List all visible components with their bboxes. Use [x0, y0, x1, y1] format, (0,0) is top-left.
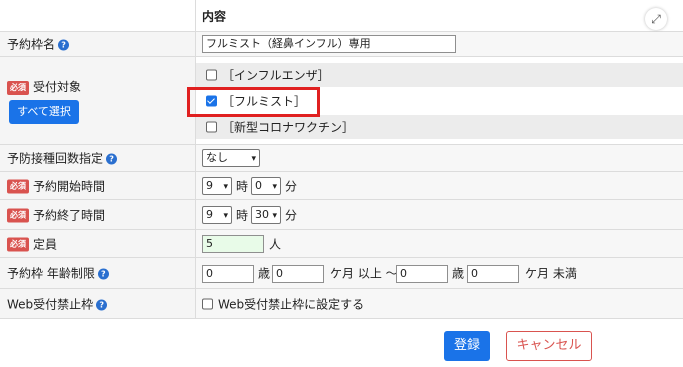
months-unit-from: ケ月 以上 ～	[330, 266, 398, 281]
web-block-checkbox-label: Web受付禁止枠に設定する	[218, 297, 365, 311]
minute-unit: 分	[285, 179, 298, 193]
highlight-box	[187, 87, 320, 117]
target-label: 受付対象	[33, 80, 82, 94]
dose-count-select[interactable]: なし ▾	[202, 149, 260, 167]
start-time-label: 予約開始時間	[33, 179, 106, 193]
end-time-label: 予約終了時間	[33, 208, 106, 222]
content-column-header: 内容	[202, 9, 227, 23]
required-badge: 必須	[7, 237, 29, 252]
capacity-label: 定員	[33, 237, 58, 251]
age-to-months-input[interactable]: 0	[467, 265, 519, 283]
hour-unit: 時	[236, 208, 249, 222]
help-icon[interactable]: ?	[106, 153, 118, 165]
chevron-down-icon: ▾	[272, 182, 277, 192]
row-capacity: 必須 定員 5 人	[0, 230, 683, 258]
web-block-label: Web受付禁止枠	[7, 297, 94, 311]
row-dose-count: 予防接種回数指定? なし ▾	[0, 145, 683, 172]
checkbox-influenza[interactable]	[206, 69, 217, 81]
hour-unit: 時	[236, 179, 249, 193]
age-from-years-input[interactable]: 0	[202, 265, 254, 283]
row-target: 必須 受付対象 すべて選択 ［インフルエンザ］ ［フルミスト］ ［新型コロナワクチ…	[0, 57, 683, 145]
end-minute-select[interactable]: 30 ▾	[251, 206, 281, 224]
chevron-down-icon: ▾	[272, 211, 277, 221]
chevron-down-icon: ▾	[223, 182, 228, 192]
row-start-time: 必須 予約開始時間 9 ▾ 時 0 ▾ 分	[0, 172, 683, 200]
dose-count-label: 予防接種回数指定	[7, 151, 104, 166]
row-web-block: Web受付禁止枠? Web受付禁止枠に設定する	[0, 289, 683, 319]
age-from-months-input[interactable]: 0	[272, 265, 324, 283]
years-unit: 歳	[452, 266, 465, 281]
slot-name-input[interactable]: フルミスト（経鼻インフル）専用	[202, 35, 456, 53]
age-limit-label: 予約枠 年齢制限	[7, 266, 95, 281]
checkbox-covid[interactable]	[206, 121, 217, 133]
expand-icon[interactable]: ⤢	[645, 8, 667, 30]
option-covid[interactable]: ［新型コロナワクチン］	[196, 115, 683, 139]
cancel-button[interactable]: キャンセル	[506, 331, 592, 361]
web-block-checkbox[interactable]	[202, 298, 213, 309]
row-slot-name: 予約枠名? フルミスト（経鼻インフル）専用	[0, 32, 683, 57]
start-minute-select[interactable]: 0 ▾	[251, 177, 281, 195]
option-label: ［新型コロナワクチン］	[222, 120, 355, 135]
select-all-button[interactable]: すべて選択	[9, 100, 79, 124]
chevron-down-icon: ▾	[223, 211, 228, 221]
register-button[interactable]: 登録	[444, 331, 490, 361]
capacity-unit: 人	[269, 237, 282, 251]
minute-unit: 分	[285, 208, 298, 222]
help-icon[interactable]: ?	[97, 268, 109, 280]
start-hour-select[interactable]: 9 ▾	[202, 177, 232, 195]
header-row: 内容	[0, 0, 683, 32]
row-age-limit: 予約枠 年齢制限? 0 歳 0 ケ月 以上 ～ 0 歳 0 ケ月 未満	[0, 258, 683, 289]
years-unit: 歳	[258, 266, 271, 281]
help-icon[interactable]: ?	[96, 299, 108, 310]
end-hour-select[interactable]: 9 ▾	[202, 206, 232, 224]
age-to-years-input[interactable]: 0	[396, 265, 448, 283]
capacity-input[interactable]: 5	[202, 235, 264, 253]
required-badge: 必須	[7, 80, 29, 95]
required-badge: 必須	[7, 208, 29, 223]
slot-name-label: 予約枠名	[7, 37, 56, 52]
option-influenza[interactable]: ［インフルエンザ］	[196, 63, 683, 87]
help-icon[interactable]: ?	[58, 39, 70, 51]
row-end-time: 必須 予約終了時間 9 ▾ 時 30 ▾ 分	[0, 200, 683, 230]
chevron-down-icon: ▾	[251, 154, 256, 164]
months-unit-to: ケ月 未満	[525, 266, 577, 281]
option-label: ［インフルエンザ］	[222, 68, 330, 83]
required-badge: 必須	[7, 179, 29, 194]
